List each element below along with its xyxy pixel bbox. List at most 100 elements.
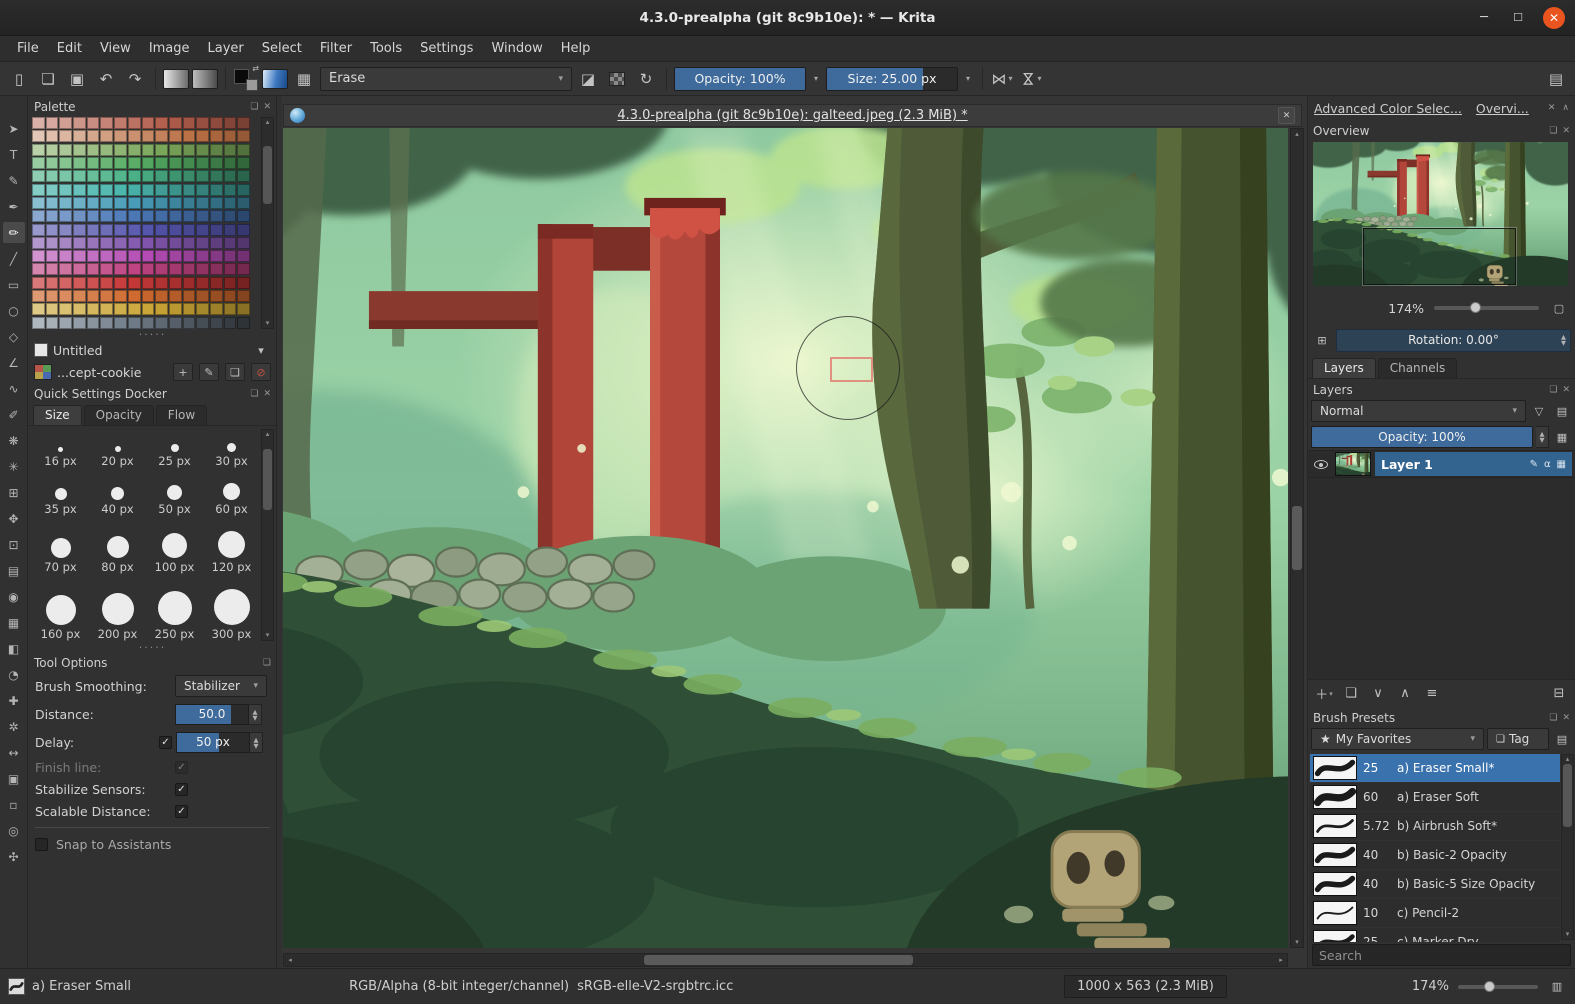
palette-swatch[interactable] <box>237 236 250 249</box>
float-docker-icon[interactable]: ❏ <box>1549 713 1557 723</box>
palette-swatch[interactable] <box>73 276 86 289</box>
palette-swatch[interactable] <box>196 143 209 156</box>
palette-swatch[interactable] <box>114 196 127 209</box>
palette-swatch[interactable] <box>127 196 141 209</box>
palette-swatch[interactable] <box>155 130 168 143</box>
palette-swatch[interactable] <box>196 170 209 183</box>
palette-swatch[interactable] <box>155 143 168 156</box>
palette-swatch[interactable] <box>209 117 223 129</box>
palette-swatch[interactable] <box>209 196 223 209</box>
tool-reference-images[interactable]: ▣ <box>3 768 25 789</box>
tool-freehand-path[interactable]: ✐ <box>3 404 25 425</box>
palette-swatch[interactable] <box>59 303 73 316</box>
palette-swatch[interactable] <box>223 236 237 249</box>
palette-swatch[interactable] <box>141 143 155 156</box>
palette-swatch[interactable] <box>45 316 59 329</box>
canvas-vertical-scrollbar[interactable]: ▴ ▾ <box>1290 128 1304 948</box>
palette-swatch[interactable] <box>141 117 155 129</box>
palette-swatch[interactable] <box>141 156 155 169</box>
palette-swatch[interactable] <box>32 276 45 289</box>
palette-swatch[interactable] <box>141 276 155 289</box>
tool-colorize-mask[interactable]: ◔ <box>3 664 25 685</box>
palette-swatch[interactable] <box>223 250 237 263</box>
rotation-slider[interactable]: Rotation: 0.00° ▲ ▼ <box>1336 328 1571 352</box>
brush-size-option[interactable]: 40 px <box>89 469 146 517</box>
palette-swatch[interactable] <box>237 170 250 183</box>
stabilize-sensors-checkbox[interactable] <box>175 783 188 796</box>
brush-size-option[interactable]: 25 px <box>146 429 203 469</box>
palette-swatch[interactable] <box>100 250 114 263</box>
palette-swatch[interactable] <box>45 263 59 276</box>
tool-move[interactable]: ✥ <box>3 508 25 529</box>
brush-editor-icon[interactable]: ▦ <box>291 66 317 92</box>
palette-swatch[interactable] <box>155 170 168 183</box>
palette-swatch[interactable] <box>114 210 127 223</box>
float-docker-icon[interactable]: ❏ <box>1549 126 1557 136</box>
palette-swatch[interactable] <box>73 316 86 329</box>
palette-swatch[interactable] <box>182 156 196 169</box>
menu-item-select[interactable]: Select <box>253 36 311 61</box>
palette-swatch[interactable] <box>182 303 196 316</box>
tool-gradient[interactable]: ▤ <box>3 560 25 581</box>
palette-swatch[interactable] <box>59 276 73 289</box>
opacity-slider[interactable]: Opacity: 100% <box>674 66 806 91</box>
menu-item-image[interactable]: Image <box>140 36 199 61</box>
tool-line[interactable]: ╱ <box>3 248 25 269</box>
show-dockers-icon[interactable]: ▤ <box>1543 66 1569 92</box>
preset-list-scrollbar[interactable]: ▴ ▾ <box>1561 754 1574 940</box>
palette-swatch[interactable] <box>209 170 223 183</box>
tool-dynamic-brush[interactable]: ❋ <box>3 430 25 451</box>
palette-swatch[interactable] <box>114 316 127 329</box>
layer-visibility-eye-icon[interactable] <box>1314 459 1328 469</box>
menu-item-window[interactable]: Window <box>482 36 551 61</box>
palette-swatch[interactable] <box>32 183 45 196</box>
palette-swatch[interactable] <box>45 130 59 143</box>
brush-size-option[interactable]: 50 px <box>146 469 203 517</box>
palette-swatch[interactable] <box>209 250 223 263</box>
brush-preset-item[interactable]: 40 b) Basic-2 Opacity <box>1310 841 1560 869</box>
palette-swatch[interactable] <box>182 170 196 183</box>
distance-spin-arrows[interactable]: ▲ ▼ <box>249 704 262 725</box>
scroll-down-icon[interactable]: ▾ <box>266 319 270 328</box>
palette-swatch[interactable] <box>196 250 209 263</box>
brush-preset-item[interactable]: 40 b) Basic-5 Size Opacity <box>1310 870 1560 898</box>
palette-swatch[interactable] <box>114 117 127 129</box>
tool-ellipse[interactable]: ○ <box>3 300 25 321</box>
layer-row[interactable]: Layer 1 ✎ α ▦ <box>1308 450 1575 478</box>
brush-size-option[interactable]: 60 px <box>203 469 260 517</box>
delete-layer-button[interactable]: ⊟ <box>1547 683 1571 705</box>
layer-list-options-icon[interactable]: ▦ <box>1552 428 1572 446</box>
palette-swatch[interactable] <box>59 117 73 129</box>
palette-swatch[interactable] <box>114 183 127 196</box>
palette-swatch[interactable] <box>114 303 127 316</box>
canvas-horizontal-scrollbar[interactable]: ◂ ▸ <box>283 953 1288 967</box>
close-docker-icon[interactable]: ✕ <box>1562 713 1570 723</box>
palette-swatch[interactable] <box>73 156 86 169</box>
palette-swatch[interactable] <box>155 156 168 169</box>
palette-swatch[interactable] <box>59 143 73 156</box>
preserve-alpha-icon[interactable] <box>604 66 630 92</box>
tab-size[interactable]: Size <box>33 405 82 425</box>
palette-swatch[interactable] <box>86 156 100 169</box>
palette-swatch[interactable] <box>168 290 182 303</box>
close-docker-icon[interactable]: ✕ <box>263 102 271 112</box>
palette-swatch[interactable] <box>86 196 100 209</box>
palette-swatch[interactable] <box>59 290 73 303</box>
palette-swatch[interactable] <box>127 143 141 156</box>
palette-swatch[interactable] <box>155 276 168 289</box>
palette-swatch[interactable] <box>127 263 141 276</box>
palette-swatch[interactable] <box>237 223 250 236</box>
palette-swatch[interactable] <box>237 210 250 223</box>
menu-item-tools[interactable]: Tools <box>361 36 411 61</box>
tool-edit-shapes[interactable]: ✎ <box>3 170 25 191</box>
tag-button[interactable]: ❏ Tag <box>1487 728 1549 750</box>
palette-swatch[interactable] <box>45 210 59 223</box>
new-document-icon[interactable]: ▯ <box>6 66 32 92</box>
palette-swatch[interactable] <box>155 263 168 276</box>
palette-swatch[interactable] <box>237 143 250 156</box>
palette-swatch[interactable] <box>141 196 155 209</box>
palette-swatch[interactable] <box>182 250 196 263</box>
palette-swatch[interactable] <box>223 290 237 303</box>
distance-spinbox[interactable]: 50.0 <box>175 704 249 725</box>
palette-swatch[interactable] <box>59 130 73 143</box>
